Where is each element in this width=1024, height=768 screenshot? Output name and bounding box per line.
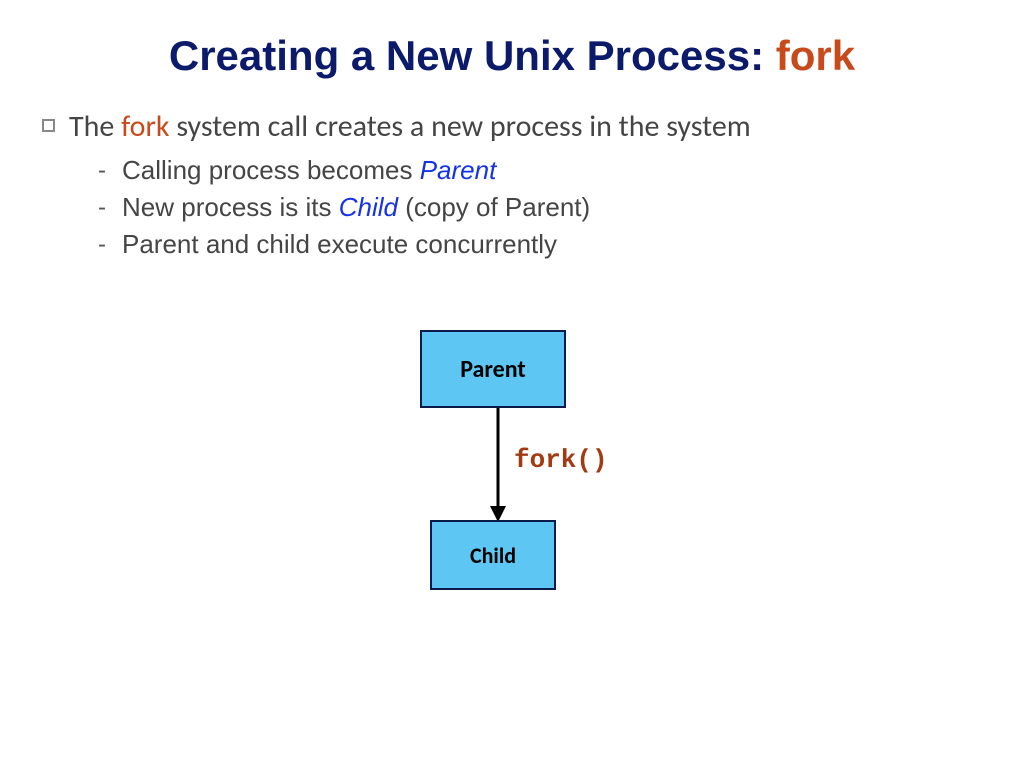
sub-keyword: Child xyxy=(339,192,398,222)
fork-call-label: fork() xyxy=(514,445,608,475)
title-main: Creating a New Unix Process: xyxy=(169,32,776,79)
parent-box: Parent xyxy=(420,330,566,408)
dash-icon: - xyxy=(98,194,106,222)
sub-list: - Calling process becomes Parent - New p… xyxy=(98,155,988,260)
dash-icon: - xyxy=(98,231,106,259)
sub-item: - New process is its Child (copy of Pare… xyxy=(98,192,988,223)
square-bullet-icon xyxy=(42,119,55,132)
bullet-prefix: The xyxy=(69,108,121,145)
sub-item: - Parent and child execute concurrently xyxy=(98,229,988,260)
sub-suffix: (copy of Parent) xyxy=(398,192,590,222)
bullet-item: The fork system call creates a new proce… xyxy=(42,108,988,145)
sub-item: - Calling process becomes Parent xyxy=(98,155,988,186)
sub-text: Calling process becomes Parent xyxy=(122,155,496,186)
diagram: Parent fork() Child xyxy=(0,330,1024,650)
title-accent: fork xyxy=(776,32,855,79)
sub-text: Parent and child execute concurrently xyxy=(122,229,557,260)
bullet-text: The fork system call creates a new proce… xyxy=(69,108,751,145)
arrow-down-icon xyxy=(488,408,508,524)
bullet-suffix: system call creates a new process in the… xyxy=(170,108,751,145)
sub-text: New process is its Child (copy of Parent… xyxy=(122,192,590,223)
slide-title: Creating a New Unix Process: fork xyxy=(36,32,988,80)
slide: Creating a New Unix Process: fork The fo… xyxy=(0,0,1024,768)
sub-prefix: Calling process becomes xyxy=(122,155,420,185)
sub-keyword: Parent xyxy=(420,155,497,185)
bullet-accent: fork xyxy=(121,108,169,145)
child-box: Child xyxy=(430,520,556,590)
sub-prefix: Parent and child execute concurrently xyxy=(122,229,557,259)
dash-icon: - xyxy=(98,157,106,185)
sub-prefix: New process is its xyxy=(122,192,339,222)
